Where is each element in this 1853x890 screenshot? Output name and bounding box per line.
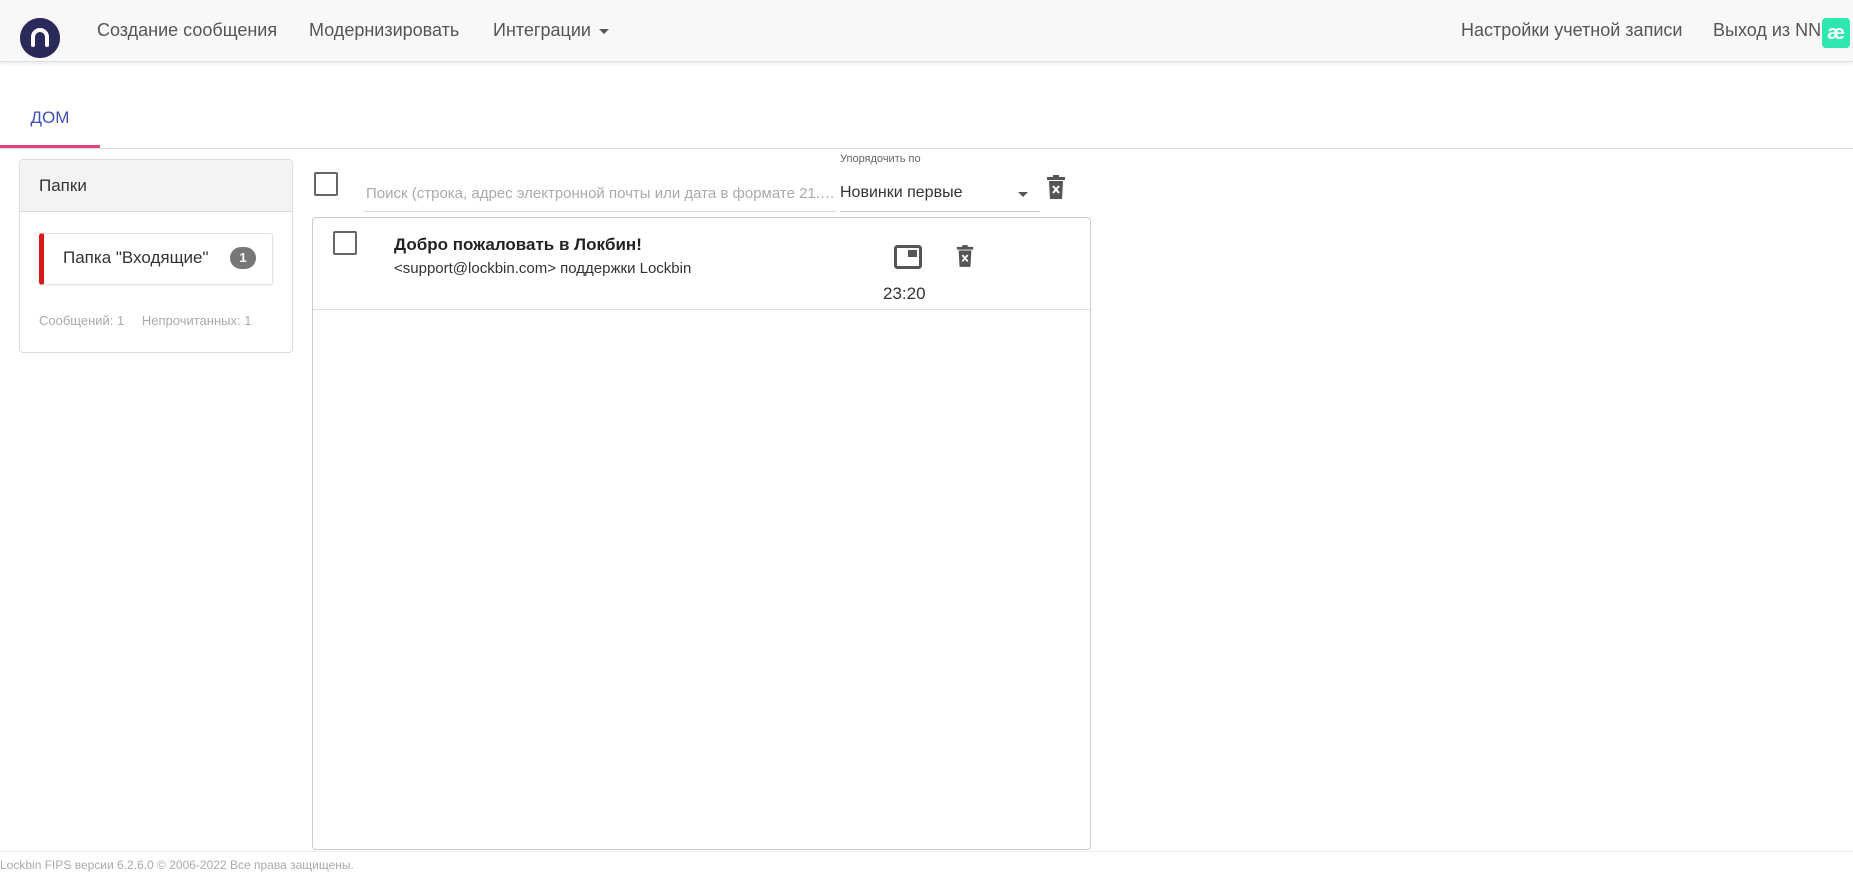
message-sender: <support@lockbin.com> поддержки Lockbin	[394, 260, 692, 277]
select-all-checkbox[interactable]	[314, 172, 338, 196]
folder-label: Папка "Входящие"	[63, 248, 209, 267]
top-navbar: Создание сообщения Модернизировать Интег…	[0, 0, 1853, 62]
open-in-window-icon[interactable]	[894, 245, 922, 274]
search-input[interactable]	[364, 176, 836, 212]
message-row[interactable]: Добро пожаловать в Локбин! <support@lock…	[313, 218, 1090, 310]
chevron-down-icon	[1018, 192, 1028, 197]
tab-home[interactable]: ДОМ	[0, 96, 100, 148]
sort-label: Упорядочить по	[840, 153, 921, 165]
browser-extension-icon[interactable]: æ	[1822, 18, 1850, 48]
message-checkbox[interactable]	[333, 231, 357, 255]
nav-upgrade[interactable]: Модернизировать	[309, 20, 459, 41]
delete-selected-trash-icon[interactable]	[1045, 174, 1067, 205]
sort-order-select[interactable]: Новинки первые	[840, 176, 1040, 212]
tabs-divider	[0, 148, 1853, 149]
nav-compose-message[interactable]: Создание сообщения	[97, 20, 277, 41]
unread-count: Непрочитанных: 1	[141, 313, 252, 328]
message-list: Добро пожаловать в Локбин! <support@lock…	[312, 217, 1091, 850]
message-subject: Добро пожаловать в Локбин!	[394, 235, 642, 254]
nav-account-settings[interactable]: Настройки учетной записи	[1461, 20, 1682, 41]
folder-stats: Сообщений: 1 Непрочитанных: 1	[39, 313, 265, 328]
nav-integrations-label: Интеграции	[493, 20, 591, 40]
footer-divider	[0, 851, 1853, 852]
message-time: 23:20	[883, 284, 926, 303]
message-count: Сообщений: 1	[39, 313, 125, 328]
folder-item-inbox[interactable]: Папка "Входящие" 1	[39, 233, 273, 285]
unread-count-badge: 1	[230, 247, 256, 269]
delete-message-trash-icon[interactable]	[955, 244, 975, 273]
nav-integrations-dropdown[interactable]: Интеграции	[493, 20, 609, 41]
footer-copyright: Lockbin FIPS версии 6.2.6.0 © 2006-2022 …	[0, 858, 354, 872]
sort-selected-value: Новинки первые	[840, 184, 963, 201]
nav-logout[interactable]: Выход из NN	[1713, 20, 1821, 41]
chevron-down-icon	[598, 28, 609, 34]
folders-panel-title: Папки	[20, 160, 292, 212]
lockbin-logo-icon[interactable]	[20, 18, 60, 58]
folders-panel: Папки Папка "Входящие" 1 Сообщений: 1 Не…	[19, 159, 293, 353]
